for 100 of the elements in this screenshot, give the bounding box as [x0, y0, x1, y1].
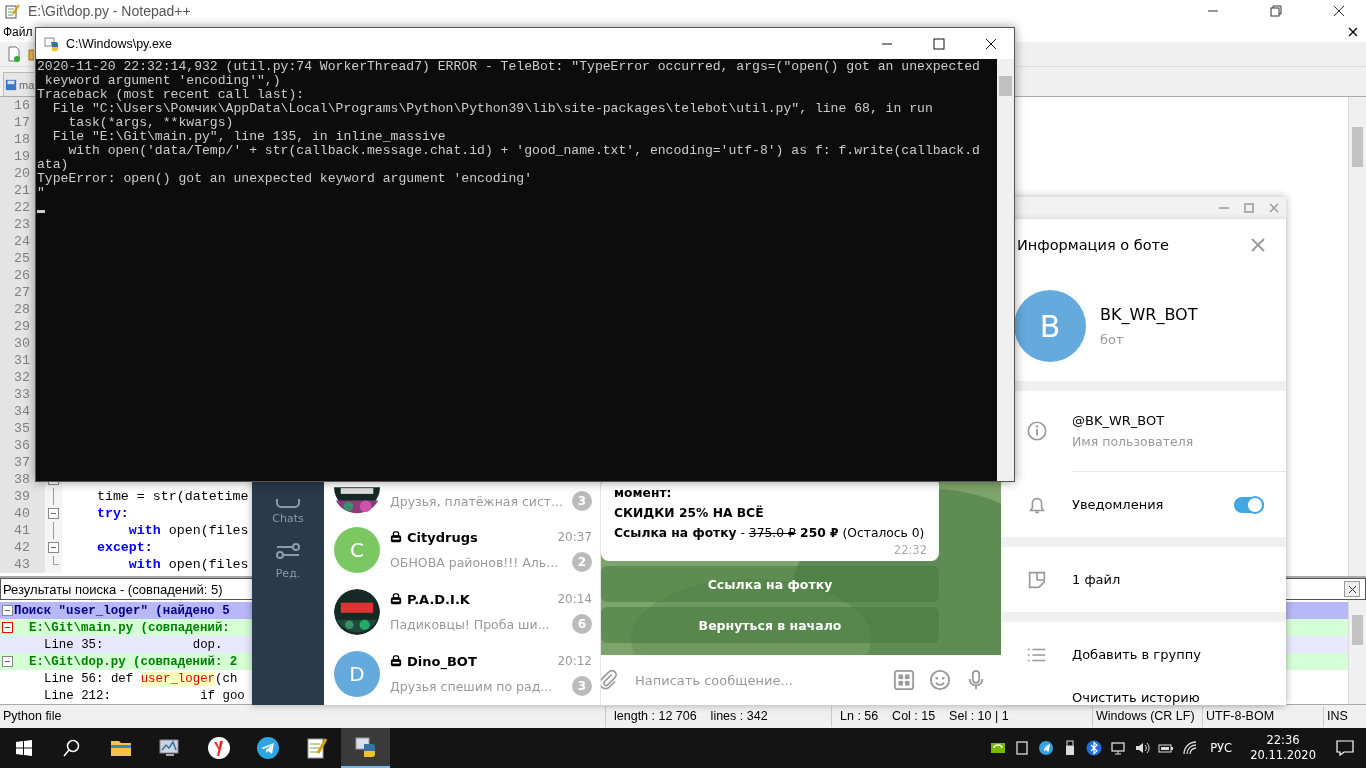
code-line: with open(files	[127, 557, 249, 573]
status-text: Ln : 56 Col : 15 Sel : 10 | 1	[832, 706, 1093, 728]
bluetooth-icon[interactable]	[1086, 740, 1103, 756]
chat-time: 20:14	[557, 592, 592, 606]
avatar: B	[1014, 290, 1086, 362]
tablet-icon[interactable]	[1014, 740, 1031, 756]
chat-name: P.A.D.I.K	[407, 591, 470, 607]
message-text: Ссылка на фотку - 375.0 ₽ 250 ₽ (Осталось 0)	[614, 525, 926, 542]
profile-name: BK_WR_BOT	[1100, 305, 1198, 324]
python-icon	[44, 35, 60, 52]
minimize-icon	[1218, 207, 1229, 209]
bot-icon	[390, 593, 402, 605]
sidebar-item[interactable]: Ред.	[252, 529, 324, 589]
close-icon	[1268, 203, 1279, 213]
bot-icon	[390, 531, 402, 543]
chat-item[interactable]: D Dino_BOT 20:12 Друзья спешим по рад... 3	[324, 643, 600, 705]
close-panel-button[interactable]	[1344, 581, 1360, 598]
console-line: File "C:\Users\Ромчик\AppData\Local\Programs\Python\Python39\lib\site-packages\telebot\util.py", line 68, in run	[51, 102, 934, 116]
menu-item[interactable]: Очистить историю	[1072, 689, 1200, 705]
unread-count: 6	[572, 614, 592, 634]
notification-icon[interactable]	[1336, 739, 1354, 757]
restore-icon	[1269, 5, 1282, 17]
menu-item[interactable]: 1 файл	[1072, 572, 1121, 587]
scrollbar[interactable]	[1348, 600, 1366, 705]
message-time: 22:32	[892, 543, 927, 557]
bot-icon	[390, 655, 402, 667]
keyboard-button[interactable]: Ссылка на фотку	[601, 566, 939, 602]
message-preview: ОБНОВА районов!!! Аль...	[390, 554, 560, 570]
status-text: length : 12 706 lines : 342	[606, 706, 832, 728]
line-number: 43	[0, 556, 45, 574]
message-preview: Друзья, платёжная сист...	[390, 493, 565, 509]
info-icon	[1025, 420, 1048, 442]
console-line: File "E:\Git\main.py", line 135, in inline_massive	[51, 130, 447, 144]
message-preview: Падиковцы! Проба ши...	[390, 616, 551, 632]
python-icon	[353, 735, 378, 759]
browser-icon	[206, 736, 231, 760]
line-number: 40	[0, 505, 45, 523]
sidebar-item[interactable]: Chats	[252, 491, 324, 525]
fold-line	[53, 556, 59, 566]
window-title: E:\Git\dop.py - Notepad++	[28, 3, 191, 19]
windows-icon	[16, 740, 32, 756]
console-line: 2020-11-20 22:32:14,932 (util.py:74 WorkerThread7) ERROR - TeleBot: "TypeError occurred, args=("open() got an unexpected	[37, 60, 981, 74]
volume-icon[interactable]	[1134, 740, 1151, 756]
avatar: D	[334, 651, 380, 697]
new-file-icon[interactable]	[6, 45, 22, 62]
status-text: Windows (CR LF)	[1093, 706, 1203, 728]
close-document-icon[interactable]	[1348, 26, 1358, 37]
notepad-icon	[304, 736, 329, 760]
taskbar-app[interactable]	[341, 728, 390, 768]
code-line: time = str(datetime	[95, 489, 249, 505]
emoji-icon[interactable]	[929, 669, 951, 691]
profile-subtitle: бот	[1100, 332, 1125, 347]
search-result-row[interactable]: E:\Git\dop.py (совпадений: 2	[14, 654, 238, 669]
search-result-row[interactable]: Line 56: def user_loger(ch	[14, 671, 238, 686]
attach-icon[interactable]	[601, 669, 619, 691]
unread-count: 2	[572, 552, 592, 572]
close-icon	[1347, 584, 1357, 594]
language-indicator[interactable]: РУС	[1210, 741, 1233, 755]
line-number: 41	[0, 522, 45, 540]
menu-item[interactable]: Добавить в группу	[1072, 647, 1201, 662]
keyboard-button[interactable]: Вернуться в начало	[601, 607, 939, 643]
search-result-row[interactable]: E:\Git\main.py (совпадений:	[14, 620, 230, 635]
graphics-icon[interactable]	[990, 740, 1007, 756]
code-line: try:	[95, 506, 129, 522]
panel-title: Информация о боте	[1017, 237, 1169, 253]
bot-commands-icon[interactable]	[893, 669, 915, 691]
minimize-icon	[1206, 10, 1219, 12]
scrollbar[interactable]	[1348, 97, 1366, 577]
panel-title: Результаты поиска - (совпадений: 5)	[3, 581, 223, 597]
status-text: UTF-8-BOM	[1203, 706, 1324, 728]
console-line: keyword argument 'encoding'",)	[43, 74, 282, 88]
wifi-icon[interactable]	[1182, 740, 1199, 756]
chat-bubble-icon	[274, 499, 302, 508]
avatar: C	[334, 527, 380, 573]
network-icon[interactable]	[1110, 740, 1127, 756]
search-result-row[interactable]: Line 212: if goo	[14, 688, 245, 703]
code-line: with open(files	[127, 523, 249, 539]
paper-plane-icon[interactable]	[1038, 740, 1055, 756]
console-line: "	[37, 186, 46, 200]
file-tab[interactable]: ma	[3, 72, 35, 97]
toggle-switch[interactable]	[1234, 496, 1264, 513]
clock[interactable]: 22:36 20.11.2020	[1250, 733, 1316, 763]
chat-item[interactable]: P.A.D.I.K 20:14 Падиковцы! Проба ши... 6	[324, 581, 600, 643]
menu-item[interactable]: Уведомления	[1072, 497, 1164, 512]
close-icon	[985, 37, 997, 50]
fold-line	[53, 522, 54, 540]
line-number: 39	[0, 488, 45, 506]
username-caption: Имя пользователя	[1072, 434, 1194, 449]
code-line: except:	[95, 540, 153, 556]
search-result-row[interactable]: Поиск "user_loger" (найдено 5	[14, 603, 230, 618]
console-line: task(*args, **kwargs)	[67, 116, 235, 130]
unread-count: 3	[572, 491, 592, 511]
scrollbar[interactable]	[997, 59, 1014, 481]
maximize-icon	[1243, 203, 1254, 213]
unread-count: 3	[572, 676, 592, 696]
close-icon	[1332, 5, 1345, 17]
close-icon[interactable]	[1250, 237, 1266, 253]
message-preview: Друзья спешим по рад...	[390, 678, 554, 694]
menu-item[interactable]: Файл	[3, 24, 33, 39]
chat-item[interactable]: C Citydrugs 20:37 ОБНОВА районов!!! Аль... 2	[324, 519, 600, 581]
